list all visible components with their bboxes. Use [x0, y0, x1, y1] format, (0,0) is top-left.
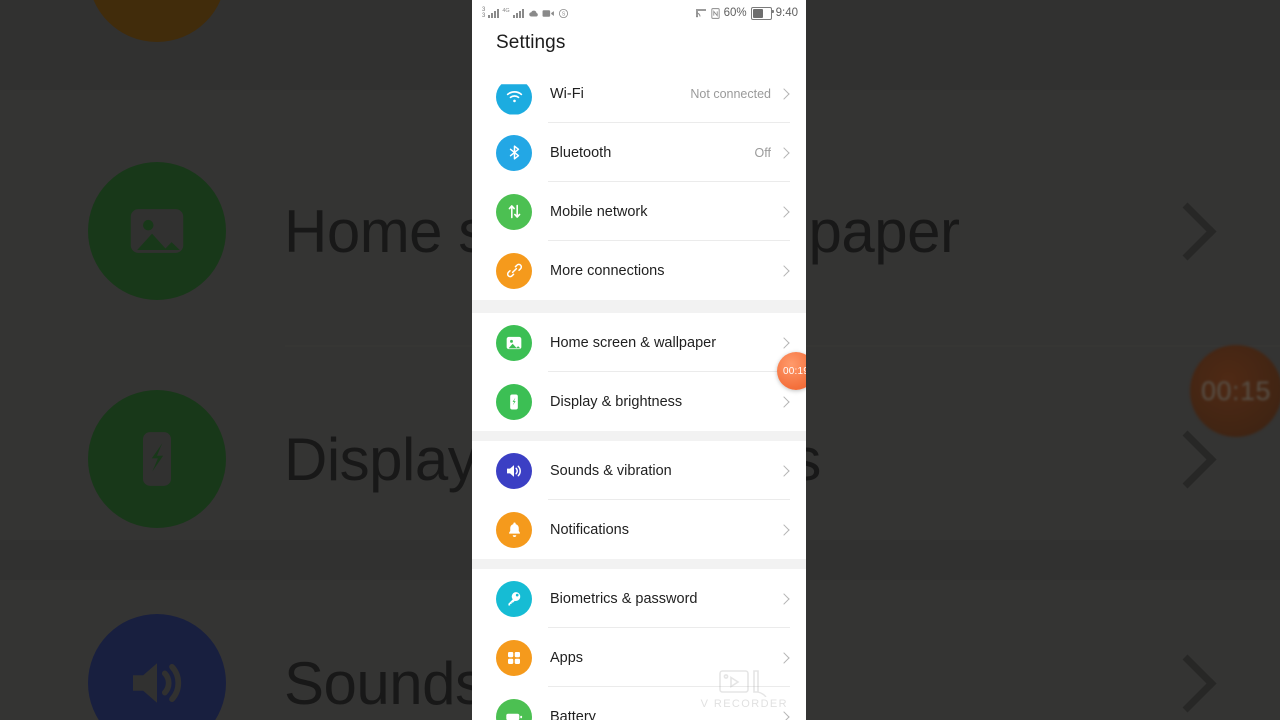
image-icon [496, 324, 532, 361]
clock-label: 9:40 [775, 7, 798, 19]
chevron-right-icon [778, 710, 790, 720]
chevron-right-icon [778, 87, 790, 100]
status-bar-left: 3 3 4G S [482, 7, 695, 20]
settings-row-battery[interactable]: Battery [472, 687, 806, 720]
settings-row-wifi[interactable]: Wi-Fi Not connected [472, 64, 806, 123]
settings-row-label: Apps [550, 649, 584, 666]
settings-row-label: Biometrics & password [550, 590, 698, 607]
settings-row-home-screen-wallpaper[interactable]: Home screen & wallpaper [472, 313, 806, 372]
chevron-right-icon [778, 464, 790, 477]
speaker-icon [496, 452, 532, 489]
chevron-right-icon [778, 395, 790, 408]
signal-bars-icon [512, 8, 524, 18]
settings-row-value: Off [754, 145, 771, 160]
settings-row-label: Home screen & wallpaper [550, 334, 717, 351]
svg-text:S: S [562, 11, 566, 17]
battery-icon [750, 6, 774, 20]
bell-icon [496, 511, 532, 548]
link-icon [496, 252, 532, 289]
settings-row-label: Sounds & vibration [550, 462, 672, 479]
cast-icon [695, 8, 707, 18]
settings-group-sound: Sounds & vibration Notifications [472, 441, 806, 559]
status-bar: 3 3 4G S 60% 9:40 [472, 0, 806, 26]
settings-group-personalization: Home screen & wallpaper Display & bright… [472, 313, 806, 431]
mobile-network-icon [496, 193, 532, 230]
grid-apps-icon [496, 639, 532, 676]
settings-group-connections: Wi-Fi Not connected Bluetooth Off Mobile… [472, 64, 806, 300]
chevron-right-icon [778, 523, 790, 536]
chevron-right-icon [778, 264, 790, 277]
settings-row-label: Display & brightness [550, 393, 683, 410]
chevron-right-icon [778, 592, 790, 605]
screen-record-icon: S [558, 8, 569, 19]
settings-row-label: More connections [550, 262, 665, 279]
settings-row-more-connections[interactable]: More connections [472, 241, 806, 300]
cloud-icon [527, 9, 539, 18]
battery-icon [496, 698, 532, 720]
settings-row-mobile-network[interactable]: Mobile network [472, 182, 806, 241]
settings-row-bluetooth[interactable]: Bluetooth Off [472, 123, 806, 182]
signal-bars-icon [488, 8, 500, 18]
group-separator [472, 431, 806, 441]
settings-row-apps[interactable]: Apps [472, 628, 806, 687]
settings-row-biometrics-password[interactable]: Biometrics & password [472, 569, 806, 628]
network-type-label: 4G [502, 7, 510, 14]
phone-screen: 3 3 4G S 60% 9:40 Settings Wi-Fi Not con… [472, 0, 806, 720]
dual-sim-indicator: 3 3 [482, 6, 486, 20]
chevron-right-icon [778, 651, 790, 664]
settings-row-label: Wi-Fi [550, 85, 584, 102]
page-title: Settings [496, 32, 566, 53]
settings-row-display-brightness[interactable]: Display & brightness [472, 372, 806, 431]
settings-header: Settings [472, 26, 806, 64]
settings-row-label: Battery [550, 708, 596, 720]
settings-row-value: Not connected [690, 86, 771, 101]
wifi-icon [496, 84, 532, 115]
nfc-icon [710, 7, 720, 19]
chevron-right-icon [778, 336, 790, 349]
settings-row-label: Mobile network [550, 203, 648, 220]
settings-group-system: Biometrics & password Apps Battery [472, 569, 806, 720]
battery-percent-label: 60% [723, 7, 747, 19]
settings-row-label: Notifications [550, 521, 629, 538]
group-separator [472, 559, 806, 569]
chevron-right-icon [778, 205, 790, 218]
chevron-right-icon [778, 146, 790, 159]
group-separator [472, 300, 806, 313]
status-bar-right: 60% 9:40 [695, 6, 798, 20]
bluetooth-icon [496, 134, 532, 171]
settings-row-sounds-vibration[interactable]: Sounds & vibration [472, 441, 806, 500]
settings-list[interactable]: Wi-Fi Not connected Bluetooth Off Mobile… [472, 64, 806, 720]
settings-row-label: Bluetooth [550, 144, 612, 161]
settings-row-notifications[interactable]: Notifications [472, 500, 806, 559]
phone-brightness-icon [496, 383, 532, 420]
video-camera-icon [542, 9, 555, 18]
key-icon [496, 580, 532, 617]
